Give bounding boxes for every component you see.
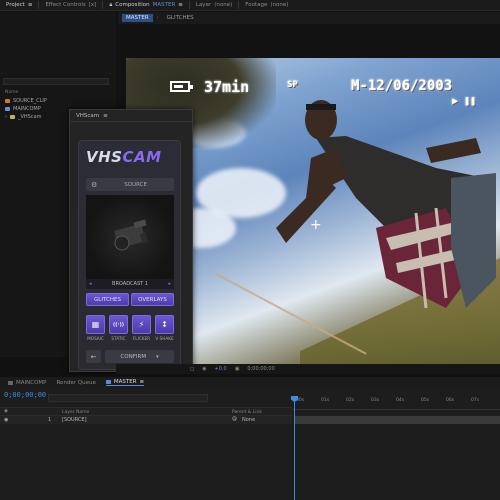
layer-name[interactable]: [SOURCE]	[62, 417, 87, 423]
tab-effect-controls[interactable]: Effect Controls [x]	[39, 2, 102, 8]
tick-label: 04s	[396, 398, 405, 403]
folder-icon	[10, 115, 15, 119]
project-item[interactable]: MAINCOMP	[5, 105, 47, 113]
parent-select[interactable]: None	[242, 417, 255, 423]
osd-play-pause-icon: ▶ ❚❚	[452, 96, 477, 107]
menu-icon[interactable]: ≡	[103, 113, 108, 119]
playhead-line[interactable]	[294, 396, 295, 500]
osd-date: M-12/06/2003	[351, 78, 453, 94]
layer-index: 1	[48, 417, 52, 423]
effect-mosaic[interactable]: ▦ MOSAIC	[86, 315, 105, 341]
tab-project[interactable]: Project ≡	[0, 2, 38, 8]
panel-header: VHScam ≡	[70, 110, 192, 122]
person-figure	[276, 100, 496, 309]
top-tab-bar: Project ≡ Effect Controls [x] 🔒︎ Compositi…	[0, 0, 500, 11]
tick-label: 02s	[346, 398, 355, 403]
visibility-icon[interactable]: ◉	[4, 417, 8, 423]
plugin-body: VHSCAM ⚙ SOURCE ◂ BROADCAST 1 ▸ GLITCHES…	[78, 140, 181, 370]
tick-label: 07s	[471, 398, 480, 403]
viewer-footer: ◻ ◉ +0.0 ▣ 0;00;00;00	[116, 364, 500, 374]
chevron-right-icon[interactable]: ›	[5, 114, 7, 120]
osd-battery-time: 37min	[204, 78, 250, 96]
confirm-button[interactable]: CONFIRM ▾	[105, 350, 174, 363]
effect-flicker[interactable]: ⚡ FLICKER	[132, 315, 151, 341]
timeline-tab-maincomp[interactable]: MAINCOMP	[8, 380, 46, 386]
glitches-button[interactable]: GLITCHES	[86, 293, 129, 306]
timeline-search-input[interactable]	[48, 394, 208, 402]
layer-column-header: ◉ Layer Name Parent & Link	[0, 407, 292, 416]
battery-icon	[170, 81, 193, 92]
menu-icon[interactable]: ≡	[140, 379, 145, 385]
tick-label: 03s	[371, 398, 380, 403]
tab-composition[interactable]: 🔒︎ Composition MASTER ≡	[103, 2, 189, 9]
project-column-name[interactable]: Name	[5, 90, 47, 95]
flash-icon[interactable]: ⚡	[132, 315, 151, 334]
tick-label: 05s	[421, 398, 430, 403]
menu-icon[interactable]: ≡	[178, 2, 183, 8]
subtab-master[interactable]: MASTER	[122, 14, 153, 22]
composition-icon	[8, 380, 13, 385]
time-ruler[interactable]: 00s 01s 02s 03s 04s 05s 06s 07s	[292, 396, 500, 410]
timeline-tab-render-queue[interactable]: Render Queue	[56, 380, 95, 386]
eye-icon[interactable]: ◉	[4, 409, 8, 414]
snapshot-icon[interactable]: ◻	[190, 366, 194, 372]
chevron-right-icon: ›	[156, 15, 159, 21]
gear-icon[interactable]: ⚙	[86, 181, 97, 189]
project-search-input[interactable]	[3, 78, 109, 85]
tick-label: 01s	[321, 398, 330, 403]
parent-spiral-icon[interactable]: @	[232, 416, 237, 422]
composition-icon	[105, 380, 111, 384]
effects-row: ▦ MOSAIC ((·)) STATIC ⚡ FLICKER ↕ V SHAKE	[86, 315, 174, 341]
project-list: Name SOURCE_CLIP MAINCOMP › _VHScam	[5, 90, 47, 121]
back-button[interactable]: ←	[86, 350, 101, 363]
crosshair-icon: +	[310, 217, 322, 233]
channel-icon[interactable]: ◉	[202, 366, 206, 372]
layer-duration-bar[interactable]	[294, 416, 500, 424]
menu-icon[interactable]: ≡	[28, 2, 33, 8]
composition-icon	[5, 107, 10, 111]
project-item[interactable]: SOURCE_CLIP	[5, 97, 47, 105]
effect-v-shake[interactable]: ↕ V SHAKE	[155, 315, 174, 341]
shake-icon[interactable]: ↕	[155, 315, 174, 334]
arrow-left-icon: ←	[90, 352, 97, 361]
lock-icon[interactable]: 🔒︎	[109, 2, 112, 9]
tab-layer[interactable]: Layer (none)	[190, 2, 238, 8]
preset-selector[interactable]: ◂ BROADCAST 1 ▸	[86, 279, 174, 289]
signal-icon[interactable]: ((·))	[109, 315, 128, 334]
composition-subtabs: MASTER › GLITCHES	[118, 12, 500, 24]
timeline-current-time[interactable]: 0;00;00;00	[4, 391, 46, 399]
subtab-glitches[interactable]: GLITCHES	[163, 14, 198, 22]
timeline-tabs: MAINCOMP Render Queue MASTER ≡	[0, 377, 500, 388]
parent-link-column[interactable]: Parent & Link	[232, 410, 262, 415]
camera-preview	[86, 195, 174, 281]
timeline-tab-master[interactable]: MASTER ≡	[105, 379, 145, 386]
viewer-timecode[interactable]: 0;00;00;00	[247, 366, 274, 372]
vhscam-logo: VHSCAM	[86, 148, 162, 166]
camera-icon	[114, 219, 149, 251]
arrow-left-icon[interactable]: ◂	[89, 281, 92, 287]
chevron-down-icon: ▾	[156, 353, 159, 360]
layer-name-column[interactable]: Layer Name	[62, 410, 89, 415]
vhscam-panel: VHScam ≡ VHSCAM ⚙ SOURCE ◂ BROADCAST 1 ▸ …	[69, 109, 193, 372]
layer-row[interactable]: ◉ 1 [SOURCE] @ None	[0, 416, 292, 424]
tab-footage[interactable]: Footage (none)	[239, 2, 294, 8]
timeline-panel: 0;00;00;00 00s 01s 02s 03s 04s 05s 06s 0…	[0, 388, 500, 500]
footage-icon	[5, 99, 10, 103]
source-button[interactable]: ⚙ SOURCE	[86, 178, 174, 191]
tick-label: 06s	[446, 398, 455, 403]
osd-tape-mode: SP	[287, 80, 298, 90]
overlays-button[interactable]: OVERLAYS	[131, 293, 174, 306]
project-item[interactable]: › _VHScam	[5, 113, 47, 121]
effect-static[interactable]: ((·)) STATIC	[109, 315, 128, 341]
arrow-right-icon[interactable]: ▸	[168, 281, 171, 287]
grid-icon[interactable]: ▦	[86, 315, 105, 334]
exposure-value[interactable]: +0.0	[215, 366, 227, 372]
camera-snapshot-icon[interactable]: ▣	[235, 366, 240, 372]
